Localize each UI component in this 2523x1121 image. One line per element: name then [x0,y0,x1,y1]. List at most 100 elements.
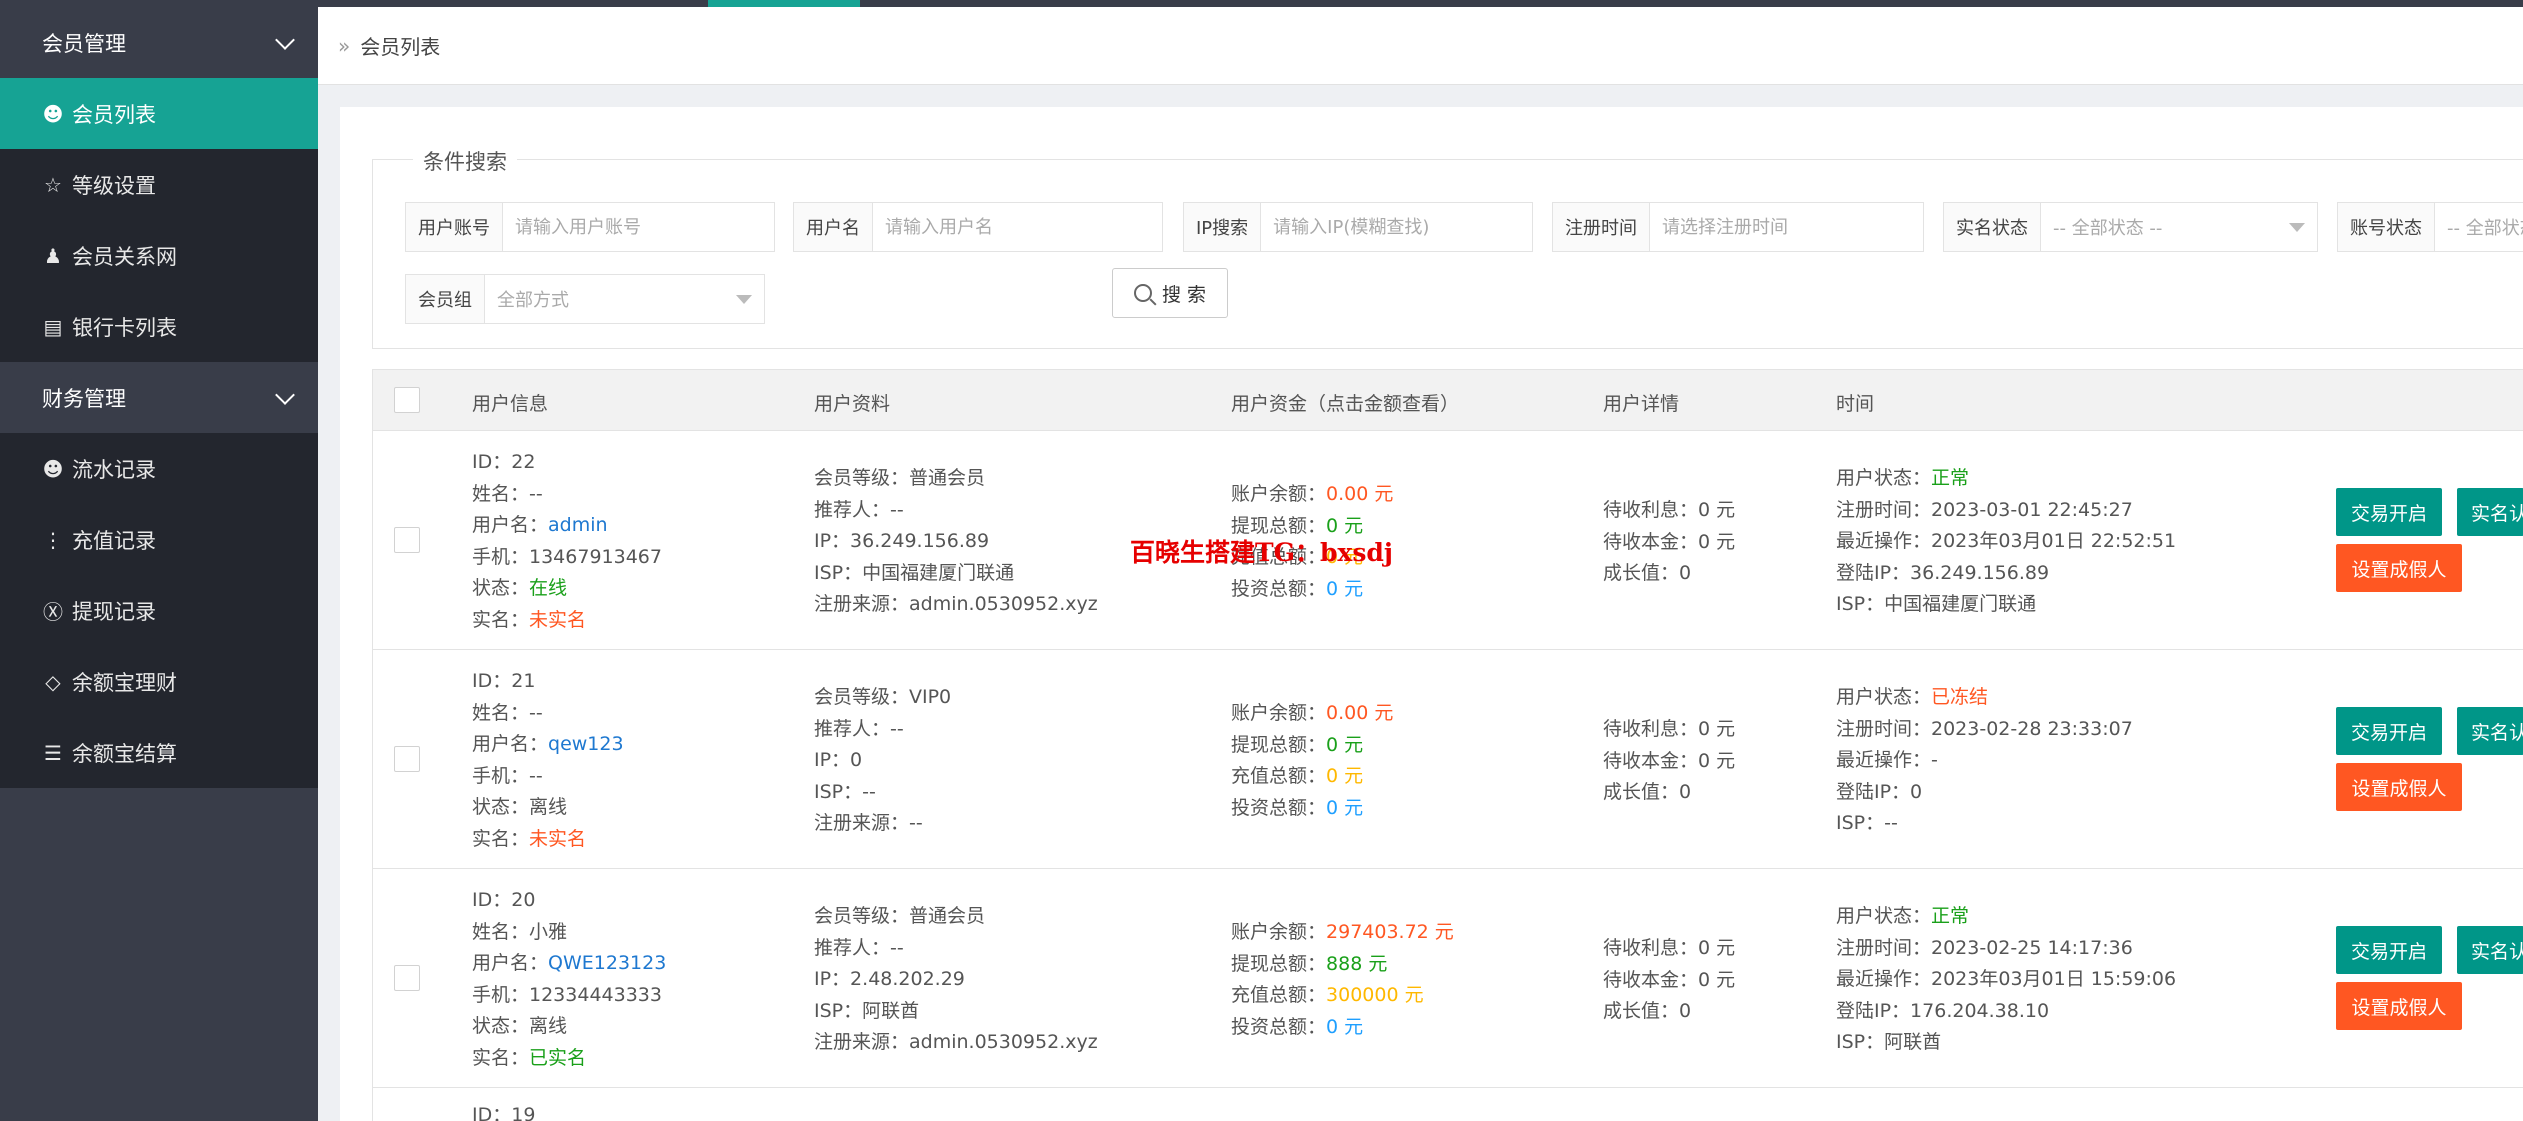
trade-enable-button[interactable]: 交易开启 [2336,926,2442,974]
username-link[interactable]: QWE123123 [548,952,666,974]
sidebar-item-withdraw-records[interactable]: Ⓧ 提现记录 [0,575,318,646]
withdraw-line: 提现总额：0 元 [1231,730,1393,762]
user-name: 姓名：小雅 [472,920,568,943]
time-cell: 用户状态：正常 注册时间：2023-03-01 22:45:27 最近操作：20… [1836,463,2176,621]
recharge-amount[interactable]: 300000 元 [1326,984,1424,1006]
set-fake-user-button[interactable]: 设置成假人 [2336,763,2462,811]
sidebar-item-relation-network[interactable]: ♟ 会员关系网 [0,220,318,291]
growth-value: 成长值：0 [1603,1000,1692,1022]
withdraw-amount[interactable]: 888 元 [1326,953,1387,975]
isp: ISP：-- [814,780,876,803]
balance-amount[interactable]: 297403.72 元 [1326,921,1454,943]
search-button[interactable]: 搜 索 [1112,268,1228,318]
sidebar-item-level-settings[interactable]: ☆ 等级设置 [0,149,318,220]
row-checkbox[interactable] [394,965,420,991]
invest-line: 投资总额：0 元 [1231,1012,1454,1044]
withdraw-label: 提现总额： [1231,733,1327,756]
regtime-field: 注册时间 [1552,202,1924,252]
balance-amount[interactable]: 0.00 元 [1326,702,1393,724]
username-label: 用户名： [472,733,549,755]
user-icon: ☻ [42,101,64,126]
header-user-detail: 用户详情 [1603,393,1680,415]
group-select[interactable]: 全部方式 [485,275,764,323]
recharge-line: 充值总额：300000 元 [1231,980,1454,1012]
sidebar-item-label: 流水记录 [72,457,156,482]
select-all-checkbox[interactable] [394,387,420,413]
table-header: 用户信息 用户资料 用户资金（点击金额查看） 用户详情 时间 [372,369,2523,431]
ip-field: IP搜索 [1183,202,1533,252]
user-detail-cell: 待收利息：0 元 待收本金：0 元 成长值：0 [1603,933,1735,1028]
server-icon: ☰ [44,740,62,765]
user-profile-cell: 会员等级：VIP0 推荐人：-- IP：0 ISP：-- 注册来源：-- [814,682,951,840]
trade-enable-button[interactable]: 交易开启 [2336,488,2442,536]
realname-status-select[interactable]: -- 全部状态 -- [2041,203,2317,251]
ip-label: IP搜索 [1184,203,1262,251]
sidebar-item-label: 银行卡列表 [72,315,177,340]
username-input[interactable] [873,203,1162,251]
pending-interest: 待收利息：0 元 [1603,499,1736,521]
invest-label: 投资总额： [1231,1015,1327,1038]
sidebar-item-label: 充值记录 [72,528,156,553]
recharge-amount[interactable]: 0 元 [1326,765,1363,787]
row-checkbox[interactable] [394,527,420,553]
set-fake-user-button[interactable]: 设置成假人 [2336,544,2462,592]
username-line: 用户名：qew123 [472,729,624,761]
referrer: 推荐人：-- [814,498,904,521]
balance-label: 账户余额： [1231,702,1327,724]
time-cell: 用户状态：正常 注册时间：2023-02-25 14:17:36 最近操作：20… [1836,901,2176,1059]
account-status-select[interactable]: -- 全部状态 -- [2435,203,2523,251]
nav-group-member[interactable]: 会员管理 [0,7,318,78]
breadcrumb-current[interactable]: 会员列表 [360,31,440,60]
user-info-cell: ID：22 姓名：-- 用户名：admin 手机：13467913467 状态：… [472,447,662,636]
register-source: 注册来源：admin.0530952.xyz [814,593,1098,615]
user-state-badge: 正常 [1931,467,1970,489]
user-state-label: 用户状态： [1836,905,1932,927]
referrer: 推荐人：-- [814,936,904,959]
member-level: 会员等级：VIP0 [814,686,952,708]
register-time: 注册时间：2023-02-25 14:17:36 [1836,936,2133,959]
search-icon [1133,284,1152,302]
pending-principal: 待收本金：0 元 [1603,749,1736,772]
account-input[interactable] [503,203,774,251]
user-info-cell: ID：21 姓名：-- 用户名：qew123 手机：-- 状态：离线 实名：未实… [472,666,624,855]
verify-realname-button[interactable]: 实名认证 [2457,707,2523,755]
search-button-label: 搜 索 [1161,283,1207,306]
time-cell: 用户状态：已冻结 注册时间：2023-02-28 23:33:07 最近操作：-… [1836,682,2133,840]
header-time: 时间 [1836,393,1875,415]
recharge-line: 充值总额：0 元 [1231,761,1393,793]
sidebar-item-member-list[interactable]: ☻ 会员列表 [0,78,318,149]
last-operation: 最近操作：- [1836,749,1938,771]
table-row: ID：22 姓名：-- 用户名：admin 手机：13467913467 状态：… [372,431,2523,650]
username-link[interactable]: admin [548,514,608,536]
realname-status-value: -- 全部状态 -- [2053,218,2163,239]
realname-line: 实名：未实名 [472,605,662,637]
withdraw-amount[interactable]: 0 元 [1326,734,1363,756]
user-info-cell: ID：19 [472,1100,535,1121]
regtime-input[interactable] [1650,203,1923,251]
verify-realname-button[interactable]: 实名认证 [2457,926,2523,974]
verify-realname-button[interactable]: 实名认证 [2457,488,2523,536]
invest-amount[interactable]: 0 元 [1326,1016,1363,1038]
user-phone: 手机：13467913467 [472,545,662,568]
sidebar-item-flow-records[interactable]: ☻ 流水记录 [0,433,318,504]
sidebar-item-label: 会员关系网 [72,244,177,269]
growth-value: 成长值：0 [1603,781,1692,803]
sidebar-item-label: 余额宝理财 [72,670,177,695]
diamond-icon: ◇ [45,669,61,694]
invest-amount[interactable]: 0 元 [1326,797,1363,819]
sidebar-item-bank-cards[interactable]: ▤ 银行卡列表 [0,291,318,362]
set-fake-user-button[interactable]: 设置成假人 [2336,982,2462,1030]
sidebar-item-yuebao-finance[interactable]: ◇ 余额宝理财 [0,646,318,717]
realname-badge: 未实名 [529,608,587,631]
trade-enable-button[interactable]: 交易开启 [2336,707,2442,755]
balance-amount[interactable]: 0.00 元 [1326,483,1393,505]
row-checkbox[interactable] [394,746,420,772]
invest-line: 投资总额：0 元 [1231,793,1393,825]
nav-group-finance[interactable]: 财务管理 [0,362,318,433]
username-link[interactable]: qew123 [548,733,624,755]
ip-input[interactable] [1261,203,1532,251]
invest-amount[interactable]: 0 元 [1326,578,1363,600]
last-operation: 最近操作：2023年03月01日 15:59:06 [1836,968,2177,990]
sidebar-item-recharge-records[interactable]: ⋮ 充值记录 [0,504,318,575]
sidebar-item-yuebao-settlement[interactable]: ☰ 余额宝结算 [0,717,318,788]
